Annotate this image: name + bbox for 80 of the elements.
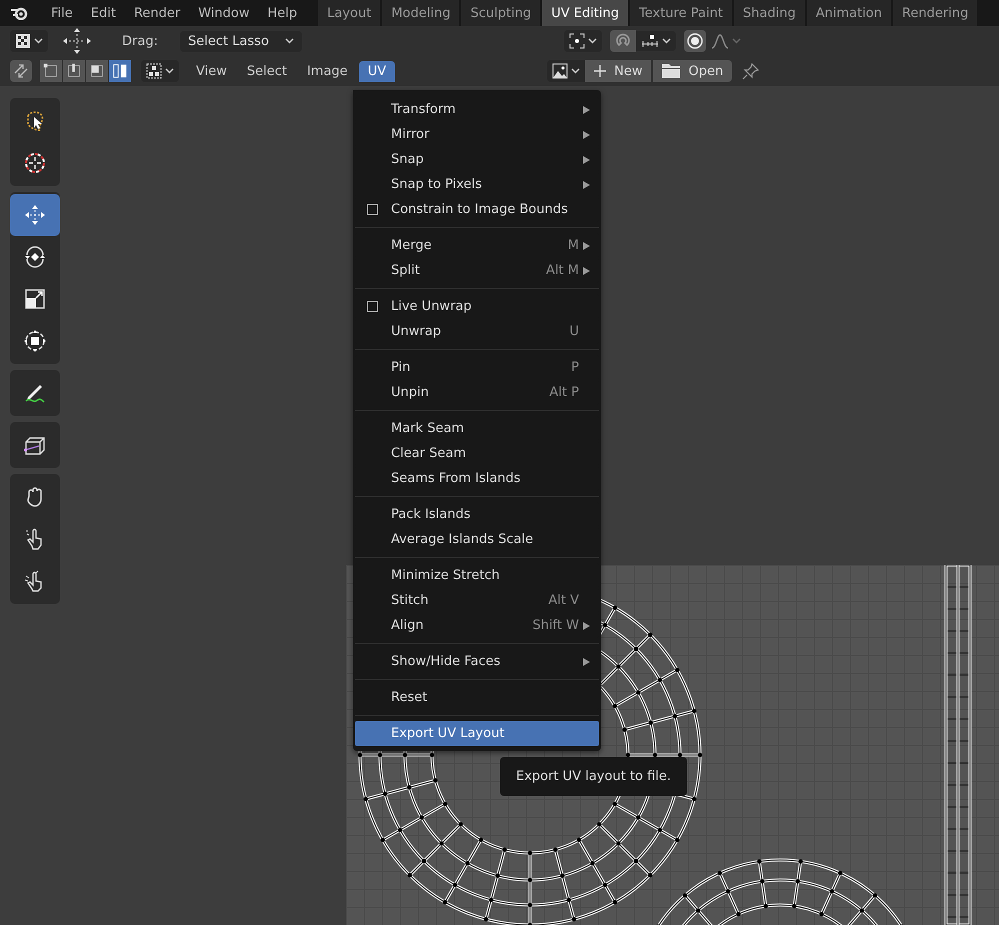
- shortcut-label: Alt V: [548, 593, 579, 608]
- checker-image-icon: [15, 33, 31, 49]
- shortcut-label: M: [568, 238, 579, 253]
- menu-item[interactable]: Window: [189, 6, 258, 20]
- submenu-arrow-icon: [583, 242, 590, 250]
- submenu-arrow-icon: [583, 658, 590, 666]
- shortcut-label: U: [569, 324, 579, 339]
- header-menu[interactable]: Select: [238, 60, 296, 82]
- workspace-tab[interactable]: Rendering: [893, 0, 978, 26]
- checkbox[interactable]: [367, 204, 378, 215]
- header-menu[interactable]: View: [187, 60, 236, 82]
- submenu-arrow-icon: [583, 180, 590, 188]
- snap-toggle[interactable]: [610, 30, 636, 52]
- proportional-toggle[interactable]: [684, 30, 706, 52]
- folder-icon: [662, 64, 680, 78]
- edge-mode-icon: [65, 62, 83, 80]
- image-browse-dropdown[interactable]: [547, 60, 586, 82]
- tooltip: Export UV layout to file.: [500, 757, 688, 796]
- submenu-arrow-icon: [583, 106, 590, 114]
- drag-label: Drag:: [122, 34, 158, 48]
- menu-item[interactable]: Edit: [82, 6, 125, 20]
- select-mode-button[interactable]: [86, 60, 108, 82]
- chevron-icon: [284, 38, 294, 44]
- select-mode-button[interactable]: [40, 60, 62, 82]
- checkbox[interactable]: [367, 301, 378, 312]
- chevron-icon: [165, 68, 174, 74]
- drag-dropdown[interactable]: Select Lasso: [180, 30, 302, 52]
- plus-icon: [594, 65, 606, 77]
- vertex-mode-icon: [42, 62, 60, 80]
- submenu-arrow-icon: [583, 156, 590, 164]
- new-image-button[interactable]: New: [585, 60, 652, 82]
- header-menu[interactable]: Image: [298, 60, 357, 82]
- workspace-tab[interactable]: Shading: [734, 0, 805, 26]
- workspace-tab[interactable]: Texture Paint: [630, 0, 732, 26]
- select-mode-button[interactable]: [63, 60, 85, 82]
- shortcut-label: P: [571, 360, 579, 375]
- image-icon: [552, 63, 568, 79]
- island-mode-icon: [111, 62, 129, 80]
- logo-icon[interactable]: [10, 6, 28, 20]
- shortcut-label: Alt M: [546, 263, 579, 278]
- header-menu[interactable]: UV: [358, 60, 396, 82]
- chevron-icon: [588, 38, 597, 44]
- select-mode-button[interactable]: [109, 60, 131, 82]
- menu-item[interactable]: Help: [258, 6, 306, 20]
- submenu-arrow-icon: [583, 266, 590, 274]
- shortcut-label: Alt P: [549, 385, 579, 400]
- magnet-icon: [614, 33, 631, 49]
- transform-tool-icon: [22, 328, 48, 354]
- workspace-tab[interactable]: UV Editing: [542, 0, 628, 26]
- submenu-arrow-icon: [583, 622, 590, 630]
- increment-icon: [640, 34, 659, 48]
- pivot-dropdown[interactable]: [564, 30, 602, 52]
- menu-item[interactable]: Export UV Layout: [355, 721, 599, 746]
- workspace-tab[interactable]: Animation: [806, 0, 891, 26]
- editor-type-dropdown[interactable]: [10, 30, 48, 52]
- shortcut-label: Shift W: [532, 618, 579, 633]
- falloff-curve-icon: [710, 33, 729, 49]
- submenu-arrow-icon: [583, 130, 590, 138]
- menu-item[interactable]: File: [42, 6, 82, 20]
- sync-toggle[interactable]: [10, 60, 32, 82]
- sticky-mode-dropdown[interactable]: [141, 60, 179, 82]
- rotate-tool-icon: [22, 244, 48, 270]
- sticky-select-icon: [146, 63, 162, 79]
- menu-item[interactable]: Render: [124, 6, 190, 20]
- diagonal-arrows-icon: [12, 62, 30, 80]
- face-mode-icon: [88, 62, 106, 80]
- target-icon: [686, 33, 703, 49]
- move-icon[interactable]: [62, 27, 92, 55]
- open-image-button[interactable]: Open: [653, 60, 732, 82]
- chevron-icon: [732, 38, 741, 44]
- pin-icon[interactable]: [742, 62, 760, 80]
- chevron-icon: [571, 68, 580, 74]
- pivot-icon: [568, 33, 585, 49]
- workspace-tab[interactable]: Modeling: [382, 0, 460, 26]
- chevron-icon: [662, 38, 671, 44]
- chevron-icon: [34, 38, 43, 44]
- workspace-tab[interactable]: Layout: [318, 0, 380, 26]
- workspace-tab[interactable]: Sculpting: [461, 0, 540, 26]
- snap-dropdown[interactable]: [636, 31, 676, 51]
- cursor-tool-icon: [22, 150, 48, 176]
